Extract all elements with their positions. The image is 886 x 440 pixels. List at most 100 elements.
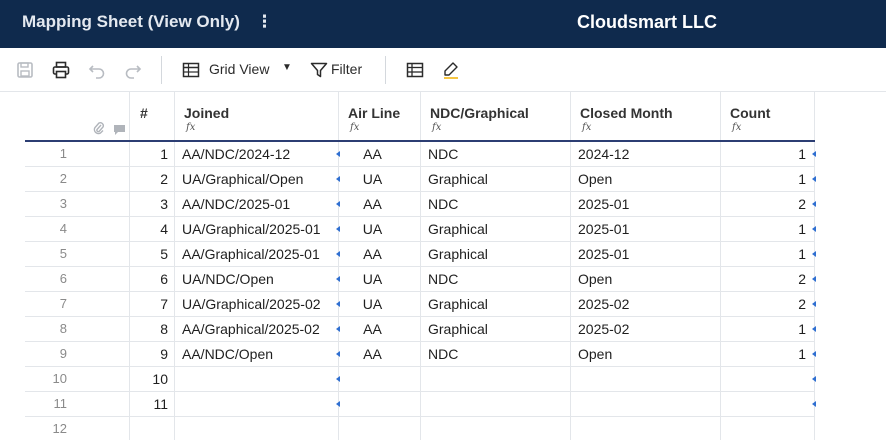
redo-icon[interactable] <box>123 60 143 80</box>
column-header-index[interactable]: # <box>130 92 175 141</box>
cell-ndc-graphical[interactable] <box>421 392 571 417</box>
row-number[interactable]: 5 <box>25 242 130 267</box>
cell-index[interactable]: 7 <box>130 292 175 317</box>
cell-count[interactable] <box>721 417 815 440</box>
row-number[interactable]: 9 <box>25 342 130 367</box>
row-number[interactable]: 1 <box>25 142 130 167</box>
cell-index[interactable]: 3 <box>130 192 175 217</box>
grid-view-button[interactable]: Grid View <box>209 61 269 77</box>
cell-joined[interactable]: AA/NDC/2025-01 <box>175 192 340 217</box>
table-row[interactable]: 4 4 UA/Graphical/2025-01 UA Graphical 2025-01… <box>0 217 886 242</box>
cell-count[interactable]: 1 <box>721 142 816 167</box>
cell-ndc-graphical[interactable]: NDC <box>421 267 571 292</box>
row-number[interactable]: 6 <box>25 267 130 292</box>
cell-closed-month[interactable]: 2025-02 <box>571 317 721 342</box>
cell-air-line[interactable]: AA <box>339 192 421 217</box>
cell-air-line[interactable]: AA <box>339 142 421 167</box>
table-row[interactable]: 8 8 AA/Graphical/2025-02 AA Graphical 2025-02… <box>0 317 886 342</box>
cell-closed-month[interactable]: Open <box>571 342 721 367</box>
cell-joined[interactable] <box>175 367 340 392</box>
cell-index[interactable]: 11 <box>130 392 175 417</box>
cell-closed-month[interactable]: Open <box>571 167 721 192</box>
cell-joined[interactable] <box>175 417 339 440</box>
cell-closed-month[interactable] <box>571 367 721 392</box>
cell-ndc-graphical[interactable]: NDC <box>421 342 571 367</box>
cell-count[interactable]: 1 <box>721 342 816 367</box>
cell-closed-month[interactable]: Open <box>571 267 721 292</box>
cell-ndc-graphical[interactable]: Graphical <box>421 242 571 267</box>
cell-air-line[interactable] <box>339 417 421 440</box>
table-row[interactable]: 6 6 UA/NDC/Open UA NDC Open 2 <box>0 267 886 292</box>
cell-air-line[interactable] <box>339 392 421 417</box>
cell-count[interactable] <box>721 392 816 417</box>
cell-joined[interactable]: AA/Graphical/2025-02 <box>175 317 340 342</box>
cell-count[interactable]: 2 <box>721 267 816 292</box>
filter-icon[interactable] <box>309 60 329 80</box>
column-header-joined[interactable]: Joined fx <box>175 92 339 141</box>
cell-air-line[interactable]: AA <box>339 342 421 367</box>
cell-air-line[interactable]: AA <box>339 242 421 267</box>
table-row[interactable]: 2 2 UA/Graphical/Open UA Graphical Open 1 <box>0 167 886 192</box>
cell-index[interactable]: 9 <box>130 342 175 367</box>
cell-air-line[interactable]: UA <box>339 267 421 292</box>
cell-count[interactable]: 1 <box>721 242 816 267</box>
row-number[interactable]: 12 <box>25 417 130 440</box>
cell-count[interactable]: 2 <box>721 192 816 217</box>
table-row[interactable]: 1 1 AA/NDC/2024-12 AA NDC 2024-12 1 <box>0 142 886 167</box>
cell-ndc-graphical[interactable]: Graphical <box>421 167 571 192</box>
table-row[interactable]: 5 5 AA/Graphical/2025-01 AA Graphical 2025-01… <box>0 242 886 267</box>
cell-air-line[interactable]: UA <box>339 217 421 242</box>
cell-index[interactable]: 4 <box>130 217 175 242</box>
cell-count[interactable]: 1 <box>721 317 816 342</box>
row-number[interactable]: 10 <box>25 367 130 392</box>
row-number[interactable]: 7 <box>25 292 130 317</box>
cell-index[interactable]: 1 <box>130 142 175 167</box>
grid-settings-icon[interactable] <box>405 60 425 80</box>
cell-joined[interactable]: AA/Graphical/2025-01 <box>175 242 340 267</box>
cell-joined[interactable] <box>175 392 340 417</box>
highlight-icon[interactable] <box>441 60 461 80</box>
undo-icon[interactable] <box>87 60 107 80</box>
table-row[interactable]: 3 3 AA/NDC/2025-01 AA NDC 2025-01 2 <box>0 192 886 217</box>
cell-closed-month[interactable] <box>571 417 721 440</box>
cell-closed-month[interactable]: 2025-02 <box>571 292 721 317</box>
row-number[interactable]: 3 <box>25 192 130 217</box>
cell-ndc-graphical[interactable] <box>421 367 571 392</box>
cell-ndc-graphical[interactable] <box>421 417 571 440</box>
row-number[interactable]: 8 <box>25 317 130 342</box>
cell-count[interactable] <box>721 367 816 392</box>
cell-air-line[interactable]: UA <box>339 292 421 317</box>
cell-joined[interactable]: UA/Graphical/2025-01 <box>175 217 340 242</box>
column-header-count[interactable]: Count fx <box>721 92 815 141</box>
cell-closed-month[interactable]: 2025-01 <box>571 242 721 267</box>
table-row[interactable]: 7 7 UA/Graphical/2025-02 UA Graphical 2025-02… <box>0 292 886 317</box>
cell-joined[interactable]: AA/NDC/Open <box>175 342 340 367</box>
print-icon[interactable] <box>51 60 71 80</box>
cell-index[interactable]: 2 <box>130 167 175 192</box>
cell-count[interactable]: 2 <box>721 292 816 317</box>
cell-joined[interactable]: UA/Graphical/Open <box>175 167 340 192</box>
filter-button[interactable]: Filter <box>331 61 362 77</box>
chevron-down-icon[interactable]: ▼ <box>282 62 292 73</box>
cell-ndc-graphical[interactable]: NDC <box>421 142 571 167</box>
column-header-air-line[interactable]: Air Line fx <box>339 92 421 141</box>
cell-joined[interactable]: AA/NDC/2024-12 <box>175 142 340 167</box>
cell-ndc-graphical[interactable]: NDC <box>421 192 571 217</box>
column-header-ndc-graphical[interactable]: NDC/Graphical fx <box>421 92 571 141</box>
cell-air-line[interactable]: AA <box>339 317 421 342</box>
cell-air-line[interactable]: UA <box>339 167 421 192</box>
save-icon[interactable] <box>15 60 35 80</box>
cell-index[interactable]: 6 <box>130 267 175 292</box>
row-number[interactable]: 4 <box>25 217 130 242</box>
cell-ndc-graphical[interactable]: Graphical <box>421 317 571 342</box>
column-header-closed-month[interactable]: Closed Month fx <box>571 92 721 141</box>
cell-closed-month[interactable]: 2025-01 <box>571 217 721 242</box>
cell-count[interactable]: 1 <box>721 167 816 192</box>
cell-ndc-graphical[interactable]: Graphical <box>421 217 571 242</box>
sheet-menu-icon[interactable]: ⋮ <box>256 12 273 32</box>
table-row[interactable]: 12 <box>0 417 886 440</box>
sheet-title[interactable]: Mapping Sheet (View Only) <box>22 12 240 32</box>
table-row[interactable]: 10 10 <box>0 367 886 392</box>
cell-closed-month[interactable]: 2024-12 <box>571 142 721 167</box>
cell-closed-month[interactable]: 2025-01 <box>571 192 721 217</box>
